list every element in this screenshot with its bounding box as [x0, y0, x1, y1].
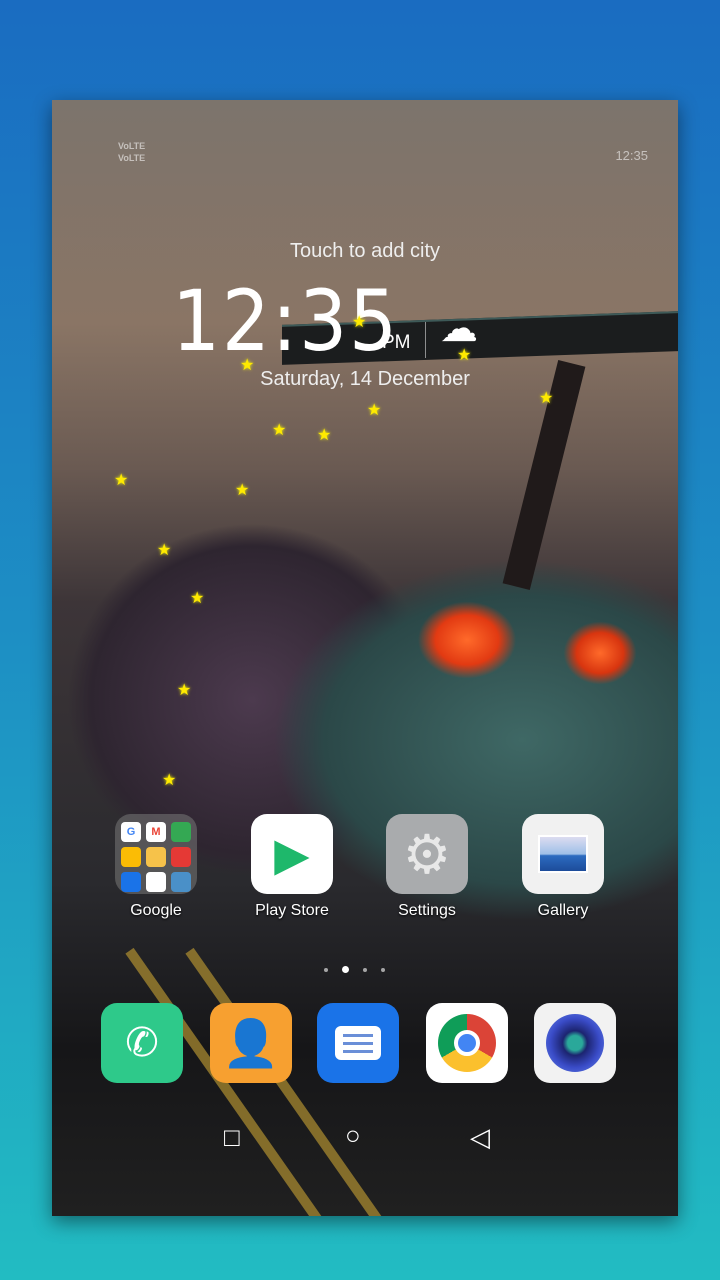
messages-icon: [317, 1003, 399, 1083]
app-label: Gallery: [537, 902, 589, 919]
folder-app: [121, 847, 141, 867]
folder-app: [171, 822, 191, 842]
recents-icon[interactable]: □: [224, 1122, 240, 1153]
phone-screen: VoLTE VoLTE 12:35 Touch to add city 12:35…: [52, 100, 678, 1216]
app-settings[interactable]: ⚙ Settings: [377, 814, 477, 920]
clock-date: Saturday, 14 December: [260, 368, 470, 390]
add-city-link[interactable]: Touch to add city: [52, 240, 678, 263]
navigation-bar: □ ○ ◁: [52, 1120, 678, 1153]
folder-app: M: [146, 822, 166, 842]
dock-phone[interactable]: ✆: [92, 1003, 192, 1083]
clock-ampm: PM: [382, 332, 411, 353]
chrome-icon: [426, 1003, 508, 1083]
folder-app: [146, 872, 166, 892]
app-google-folder[interactable]: G M Google: [106, 814, 206, 920]
folder-app: G: [121, 822, 141, 842]
star-decoration: ★: [235, 482, 250, 499]
star-decoration: ★: [114, 472, 129, 489]
status-bar: VoLTE VoLTE 12:35: [118, 140, 648, 170]
phone-icon: ✆: [101, 1003, 183, 1083]
dock-chrome[interactable]: [417, 1003, 517, 1083]
sim2-label: VoLTE: [118, 153, 146, 163]
play-store-icon: ▶: [251, 814, 333, 894]
contacts-icon: 👤: [210, 1003, 292, 1083]
folder-app: [171, 872, 191, 892]
star-decoration: ★: [240, 357, 255, 374]
page-dot[interactable]: [324, 967, 328, 972]
star-decoration: ★: [352, 314, 367, 331]
star-decoration: ★: [539, 390, 554, 407]
home-icon[interactable]: ○: [345, 1120, 361, 1151]
sim1-label: VoLTE: [118, 141, 146, 151]
folder-app: [121, 872, 141, 892]
folder-app: [171, 847, 191, 867]
star-decoration: ★: [162, 772, 177, 789]
gallery-icon: [522, 814, 604, 894]
star-decoration: ★: [157, 542, 172, 559]
star-decoration: ★: [272, 422, 287, 439]
star-decoration: ★: [190, 590, 205, 607]
app-label: Google: [130, 902, 182, 919]
status-time: 12:35: [615, 148, 648, 163]
folder-app: [146, 847, 166, 867]
app-play-store[interactable]: ▶ Play Store: [242, 814, 342, 920]
star-decoration: ★: [317, 427, 332, 444]
camera-icon: [534, 1003, 616, 1083]
google-folder-icon: G M: [115, 814, 197, 894]
app-label: Settings: [398, 902, 456, 919]
back-icon[interactable]: ◁: [470, 1122, 490, 1153]
page-dot-active[interactable]: [342, 966, 349, 973]
divider: [425, 322, 426, 358]
star-decoration: ★: [457, 347, 472, 364]
page-dot[interactable]: [363, 967, 367, 972]
app-gallery[interactable]: Gallery: [513, 814, 613, 920]
dock-camera[interactable]: [525, 1003, 625, 1083]
dock-contacts[interactable]: 👤: [201, 1003, 301, 1083]
star-decoration: ★: [367, 402, 382, 419]
star-decoration: ★: [177, 682, 192, 699]
app-label: Play Store: [255, 902, 329, 919]
page-dot[interactable]: [381, 967, 385, 972]
gear-icon: ⚙: [386, 814, 468, 894]
page-indicator: [324, 966, 385, 973]
dock-messages[interactable]: [308, 1003, 408, 1083]
